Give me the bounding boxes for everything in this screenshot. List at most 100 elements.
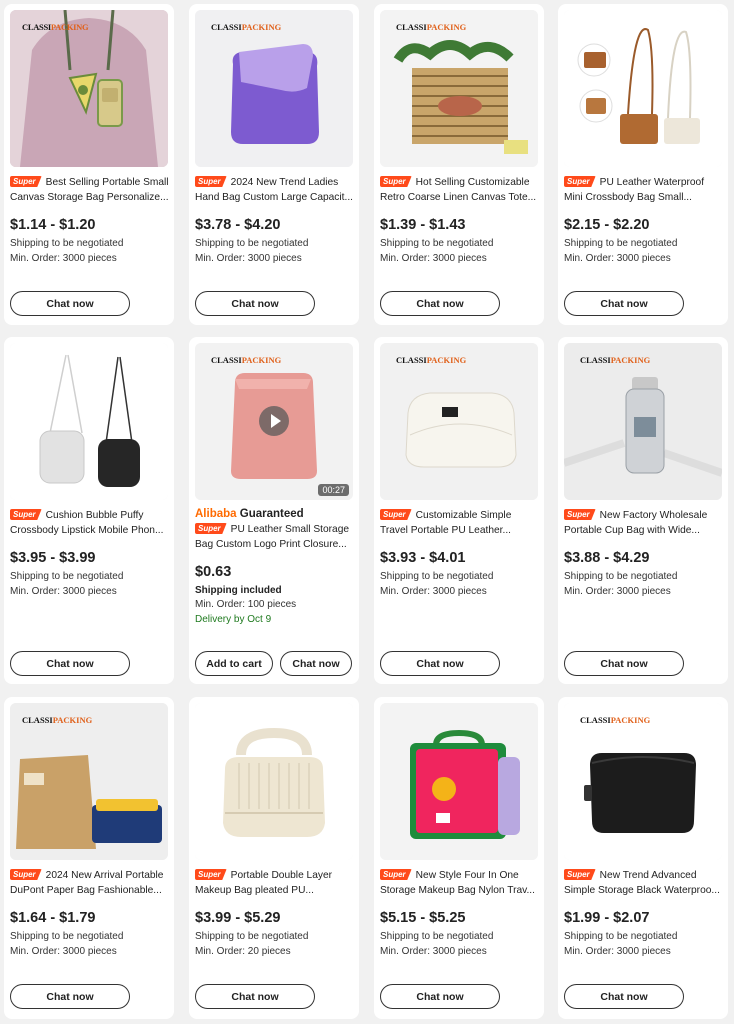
product-title[interactable]: Super New Trend Advanced Simple Storage B… xyxy=(564,868,724,898)
product-card[interactable]: Super Cushion Bubble Puffy Crossbody Lips… xyxy=(4,337,174,684)
product-title[interactable]: Super Portable Double Layer Makeup Bag pl… xyxy=(195,868,355,898)
min-order: Min. Order: 3000 pieces xyxy=(380,253,487,264)
super-badge: Super xyxy=(195,869,227,880)
product-price: $1.99 - $2.07 xyxy=(564,910,650,926)
svg-text:CLASSIPACKING: CLASSIPACKING xyxy=(211,22,282,32)
product-image[interactable]: CLASSIPACKING xyxy=(10,10,168,167)
super-badge: Super xyxy=(195,176,227,187)
shipping-info: Shipping to be negotiated xyxy=(380,238,494,249)
product-image[interactable]: CLASSIPACKING xyxy=(10,703,168,860)
shipping-info: Shipping to be negotiated xyxy=(10,571,124,582)
chat-now-button[interactable]: Chat now xyxy=(380,651,500,676)
chat-now-button[interactable]: Chat now xyxy=(10,984,130,1009)
add-to-cart-button[interactable]: Add to cart xyxy=(195,651,273,676)
product-price: $3.99 - $5.29 xyxy=(195,910,281,926)
min-order: Min. Order: 3000 pieces xyxy=(10,253,117,264)
min-order: Min. Order: 3000 pieces xyxy=(564,253,671,264)
product-card[interactable]: CLASSIPACKING Super 2024 New Arrival Port… xyxy=(4,697,174,1019)
product-title[interactable]: Super PU Leather Small Storage Bag Custom… xyxy=(195,522,355,552)
chat-now-button[interactable]: Chat now xyxy=(564,984,684,1009)
product-card[interactable]: CLASSIPACKING Super New Factory Wholesale… xyxy=(558,337,728,684)
product-image[interactable]: CLASSIPACKING xyxy=(564,703,722,860)
product-card[interactable]: CLASSIPACKING Super Hot Selling Customiza… xyxy=(374,4,544,325)
svg-text:CLASSIPACKING: CLASSIPACKING xyxy=(580,715,651,725)
shipping-info: Shipping to be negotiated xyxy=(564,238,678,249)
chat-now-button[interactable]: Chat now xyxy=(10,291,130,316)
product-price: $3.93 - $4.01 xyxy=(380,550,466,566)
chat-now-button[interactable]: Chat now xyxy=(195,291,315,316)
video-duration: 00:27 xyxy=(318,484,349,496)
shipping-info: Shipping to be negotiated xyxy=(195,931,309,942)
min-order: Min. Order: 3000 pieces xyxy=(10,586,117,597)
shipping-info: Shipping to be negotiated xyxy=(10,931,124,942)
shipping-info: Shipping to be negotiated xyxy=(10,238,124,249)
product-card[interactable]: Super Portable Double Layer Makeup Bag pl… xyxy=(189,697,359,1019)
chat-now-button[interactable]: Chat now xyxy=(380,984,500,1009)
svg-text:CLASSIPACKING: CLASSIPACKING xyxy=(396,355,467,365)
svg-text:CLASSIPACKING: CLASSIPACKING xyxy=(22,22,89,32)
product-image[interactable] xyxy=(564,10,722,167)
chat-now-button[interactable]: Chat now xyxy=(564,291,684,316)
super-badge: Super xyxy=(564,509,596,520)
product-image[interactable]: CLASSIPACKING xyxy=(564,343,722,500)
super-badge: Super xyxy=(195,523,227,534)
product-price: $1.39 - $1.43 xyxy=(380,217,466,233)
product-video[interactable]: CLASSIPACKING 00:27 xyxy=(195,343,353,500)
product-price: $2.15 - $2.20 xyxy=(564,217,650,233)
product-title[interactable]: Super Cushion Bubble Puffy Crossbody Lips… xyxy=(10,508,170,538)
shipping-info: Shipping to be negotiated xyxy=(564,571,678,582)
product-image[interactable] xyxy=(195,703,353,860)
product-grid: CLASSIPACKING Super Best Selling Portable… xyxy=(0,0,734,1024)
chat-now-button[interactable]: Chat now xyxy=(280,651,352,676)
product-title[interactable]: Super 2024 New Trend Ladies Hand Bag Cust… xyxy=(195,175,355,205)
product-card[interactable]: CLASSIPACKING Super Best Selling Portable… xyxy=(4,4,174,325)
shipping-info: Shipping to be negotiated xyxy=(564,931,678,942)
chat-now-button[interactable]: Chat now xyxy=(195,984,315,1009)
super-badge: Super xyxy=(10,509,42,520)
min-order: Min. Order: 3000 pieces xyxy=(380,946,487,957)
product-price: $1.14 - $1.20 xyxy=(10,217,96,233)
product-card[interactable]: Super PU Leather Waterproof Mini Crossbod… xyxy=(558,4,728,325)
product-image[interactable] xyxy=(380,703,538,860)
product-title[interactable]: Super New Factory Wholesale Portable Cup … xyxy=(564,508,724,538)
product-card[interactable]: Super New Style Four In One Storage Makeu… xyxy=(374,697,544,1019)
super-badge: Super xyxy=(564,869,596,880)
product-title[interactable]: Super Best Selling Portable Small Canvas … xyxy=(10,175,170,205)
product-image[interactable]: CLASSIPACKING xyxy=(380,10,538,167)
product-card[interactable]: CLASSIPACKING Super 2024 New Trend Ladies… xyxy=(189,4,359,325)
product-title[interactable]: Super New Style Four In One Storage Makeu… xyxy=(380,868,540,898)
chat-now-button[interactable]: Chat now xyxy=(380,291,500,316)
product-price: $3.95 - $3.99 xyxy=(10,550,96,566)
shipping-info: Shipping included xyxy=(195,585,282,596)
product-card[interactable]: CLASSIPACKING Super Customizable Simple T… xyxy=(374,337,544,684)
product-image[interactable]: CLASSIPACKING xyxy=(380,343,538,500)
product-price: $0.63 xyxy=(195,564,232,580)
min-order: Min. Order: 3000 pieces xyxy=(564,586,671,597)
play-icon[interactable] xyxy=(259,406,289,436)
shipping-info: Shipping to be negotiated xyxy=(380,931,494,942)
product-title[interactable]: Super Customizable Simple Travel Portable… xyxy=(380,508,540,538)
svg-text:CLASSIPACKING: CLASSIPACKING xyxy=(211,355,282,365)
svg-text:CLASSIPACKING: CLASSIPACKING xyxy=(22,715,93,725)
alibaba-guaranteed-label: Alibaba Guaranteed xyxy=(195,508,304,520)
product-price: $3.78 - $4.20 xyxy=(195,217,281,233)
shipping-info: Shipping to be negotiated xyxy=(380,571,494,582)
product-title[interactable]: Super PU Leather Waterproof Mini Crossbod… xyxy=(564,175,724,205)
super-badge: Super xyxy=(380,869,412,880)
product-title[interactable]: Super Hot Selling Customizable Retro Coar… xyxy=(380,175,540,205)
chat-now-button[interactable]: Chat now xyxy=(10,651,130,676)
super-badge: Super xyxy=(380,176,412,187)
delivery-date: Delivery by Oct 9 xyxy=(195,614,272,625)
product-image[interactable]: CLASSIPACKING xyxy=(195,10,353,167)
chat-now-button[interactable]: Chat now xyxy=(564,651,684,676)
product-card[interactable]: CLASSIPACKING Super New Trend Advanced Si… xyxy=(558,697,728,1019)
product-title[interactable]: Super 2024 New Arrival Portable DuPont Pa… xyxy=(10,868,170,898)
min-order: Min. Order: 3000 pieces xyxy=(564,946,671,957)
product-price: $3.88 - $4.29 xyxy=(564,550,650,566)
product-price: $1.64 - $1.79 xyxy=(10,910,96,926)
product-image[interactable] xyxy=(10,343,168,500)
min-order: Min. Order: 100 pieces xyxy=(195,599,297,610)
min-order: Min. Order: 3000 pieces xyxy=(380,586,487,597)
super-badge: Super xyxy=(564,176,596,187)
product-card[interactable]: CLASSIPACKING 00:27 Alibaba Guaranteed S… xyxy=(189,337,359,684)
